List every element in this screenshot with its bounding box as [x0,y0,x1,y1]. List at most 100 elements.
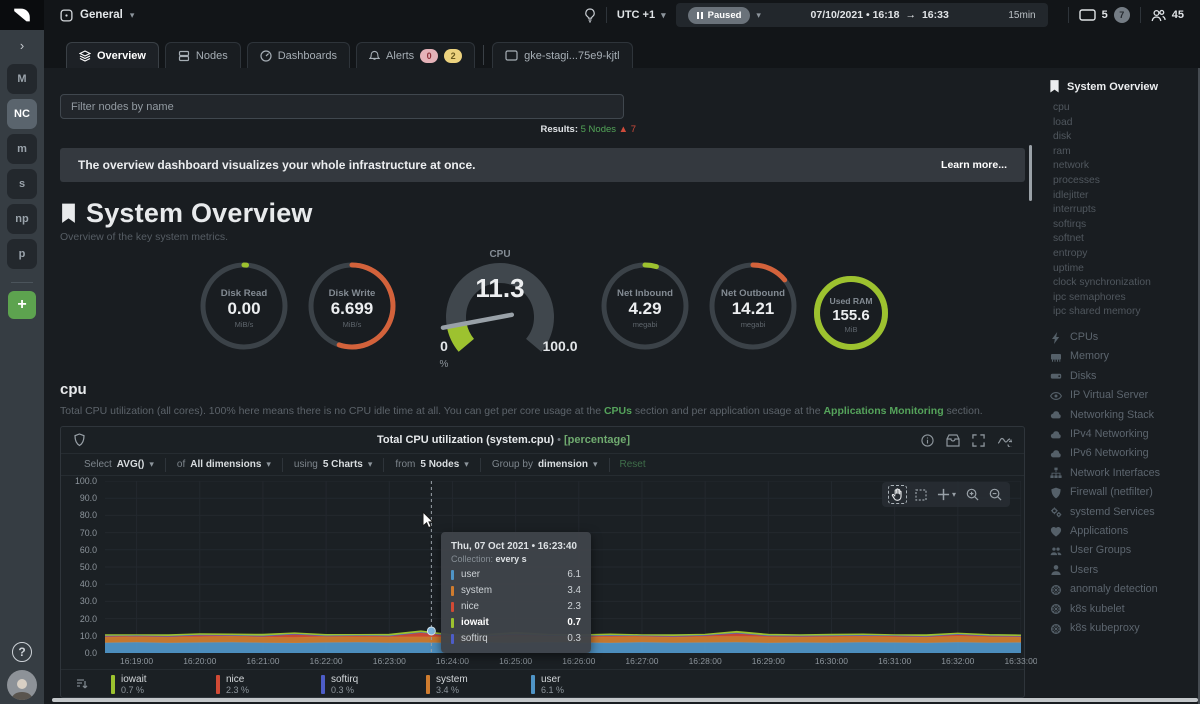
control-value: AVG() [117,459,145,470]
space-selector[interactable]: General ▾ [60,9,134,22]
sidebar-section-k8s-kubeproxy[interactable]: k8s kubeproxy [1049,619,1200,638]
page-title: System Overview [86,198,313,229]
sidebar-sub-uptime[interactable]: uptime [1053,262,1200,277]
sidebar-sub-clock-synchronization[interactable]: clock synchronization [1053,276,1200,291]
sidebar-section-memory[interactable]: Memory [1049,347,1200,366]
gauge-net-inbound[interactable]: Net Inbound4.29megabi [598,259,692,353]
sidebar-sub-cpu[interactable]: cpu [1053,101,1200,116]
fullscreen-icon[interactable] [972,434,985,447]
control-using[interactable]: using5 Charts▾ [283,458,384,472]
legend-item-nice[interactable]: nice2.3 % [216,674,308,695]
sidebar-section-ipv6-networking[interactable]: IPv6 Networking [1049,444,1200,463]
gauge-cpu[interactable]: CPU11.30100.0% [410,251,590,369]
tab-overview[interactable]: Overview [66,42,159,68]
applications-monitoring-link[interactable]: Applications Monitoring [823,405,943,417]
select-tool-icon[interactable] [913,487,929,503]
sidebar-sub-network[interactable]: network [1053,159,1200,174]
workspace-button-nc[interactable]: NC [7,99,37,129]
sidebar-sub-load[interactable]: load [1053,116,1200,131]
sidebar-sub-ram[interactable]: ram [1053,145,1200,160]
control-group-by[interactable]: Group bydimension▾ [481,458,610,472]
chart-type-icon[interactable] [73,433,86,447]
svg-text:14.21: 14.21 [732,299,775,318]
nodes-count[interactable]: 5 7 [1079,7,1130,23]
sidebar-section-user-groups[interactable]: User Groups [1049,541,1200,560]
sidebar-section-systemd-services[interactable]: systemd Services [1049,503,1200,522]
control-select[interactable]: SelectAVG()▾ [73,458,166,472]
help-button[interactable]: ? [12,642,32,662]
sidebar-section-k8s-kubelet[interactable]: k8s kubelet [1049,600,1200,619]
tab-gke-stagi-75e9-kjtl[interactable]: gke-stagi...75e9-kjtl [492,42,632,68]
legend-item-softirq[interactable]: softirq0.3 % [321,674,413,695]
sidebar-sub-disk[interactable]: disk [1053,130,1200,145]
legend-item-system[interactable]: system3.4 % [426,674,518,695]
workspace-button-m[interactable]: m [7,134,37,164]
workspace-button-p[interactable]: p [7,239,37,269]
gauge-disk-read[interactable]: Disk Read0.00MiB/s [197,259,291,353]
sidebar-sub-interrupts[interactable]: interrupts [1053,203,1200,218]
add-workspace-button[interactable]: + [8,291,36,319]
rail-expand-icon[interactable]: › [20,38,24,53]
gauge-net-outbound[interactable]: Net Outbound14.21megabi [706,259,800,353]
tab-nodes[interactable]: Nodes [165,42,241,68]
control-of[interactable]: ofAll dimensions▾ [166,458,283,472]
legend-sort-icon[interactable] [75,677,89,691]
reset-button[interactable]: Reset [620,459,646,470]
tooltip-row-iowait: iowait0.7 [451,617,581,628]
sidebar-section-applications[interactable]: Applications [1049,522,1200,541]
gauge-used-ram[interactable]: Used RAM155.6MiB [811,273,891,353]
tab-alerts[interactable]: Alerts02 [356,42,475,68]
chart-settings-icon[interactable] [997,434,1012,447]
legend-value: 6.1 % [541,685,564,695]
legend-item-iowait[interactable]: iowait0.7 % [111,674,203,695]
chart-units: [percentage] [564,434,630,446]
users-count[interactable]: 45 [1151,9,1184,22]
sidebar-section-ipv4-networking[interactable]: IPv4 Networking [1049,425,1200,444]
pan-tool-icon[interactable] [888,485,907,504]
sidebar-header[interactable]: System Overview [1049,80,1200,93]
sidebar-sub-entropy[interactable]: entropy [1053,247,1200,262]
legend-item-user[interactable]: user6.1 % [531,674,623,695]
sidebar-section-networking-stack[interactable]: Networking Stack [1049,406,1200,425]
sidebar-section-network-interfaces[interactable]: Network Interfaces [1049,464,1200,483]
zoom-out-icon[interactable] [987,486,1004,503]
sidebar-sub-idlejitter[interactable]: idlejitter [1053,189,1200,204]
learn-more-link[interactable]: Learn more... [941,159,1007,171]
range-duration: 15min [1008,10,1035,21]
tab-dashboards[interactable]: Dashboards [247,42,350,68]
sidebar-section-label: Firewall (netfilter) [1070,483,1153,502]
workspace-button-s[interactable]: s [7,169,37,199]
user-avatar[interactable] [7,670,37,700]
sidebar-sub-softirqs[interactable]: softirqs [1053,218,1200,233]
sidebar-sub-ipc-semaphores[interactable]: ipc semaphores [1053,291,1200,306]
info-icon[interactable] [921,434,934,447]
bookmark-icon [60,202,77,225]
zoom-in-icon[interactable] [964,486,981,503]
sidebar-section-firewall-netfilter-[interactable]: Firewall (netfilter) [1049,483,1200,502]
workspace-button-m[interactable]: M [7,64,37,94]
crosshair-tool-icon[interactable]: ▾ [935,486,958,503]
eye-icon [1049,390,1062,402]
sidebar-section-cpus[interactable]: CPUs [1049,328,1200,347]
gauge-disk-write[interactable]: Disk Write6.699MiB/s [305,259,399,353]
control-from[interactable]: from5 Nodes▾ [384,458,480,472]
sidebar-section-ip-virtual-server[interactable]: IP Virtual Server [1049,386,1200,405]
paused-pill[interactable]: Paused [688,7,751,24]
netdata-logo-icon[interactable] [0,0,44,30]
sidebar-sub-softnet[interactable]: softnet [1053,232,1200,247]
archive-icon[interactable] [946,434,960,447]
filter-nodes-input[interactable] [60,94,624,119]
workspace-button-np[interactable]: np [7,204,37,234]
sidebar-section-users[interactable]: Users [1049,561,1200,580]
news-bulb-icon[interactable] [584,8,596,23]
sidebar-section-disks[interactable]: Disks [1049,367,1200,386]
sidebar-sub-processes[interactable]: processes [1053,174,1200,189]
date-range-picker[interactable]: Paused ▾ 07/10/2021 • 16:18 → 16:33 15mi… [676,3,1048,27]
horizontal-scrollbar[interactable] [52,698,1198,702]
sidebar-section-anomaly-detection[interactable]: anomaly detection [1049,580,1200,599]
vertical-scrollbar-thumb[interactable] [1029,145,1032,201]
sidebar-sub-ipc-shared-memory[interactable]: ipc shared memory [1053,305,1200,320]
cpus-link[interactable]: CPUs [604,405,632,417]
timezone-selector[interactable]: UTC +1▾ [617,9,666,21]
separator [606,7,607,23]
